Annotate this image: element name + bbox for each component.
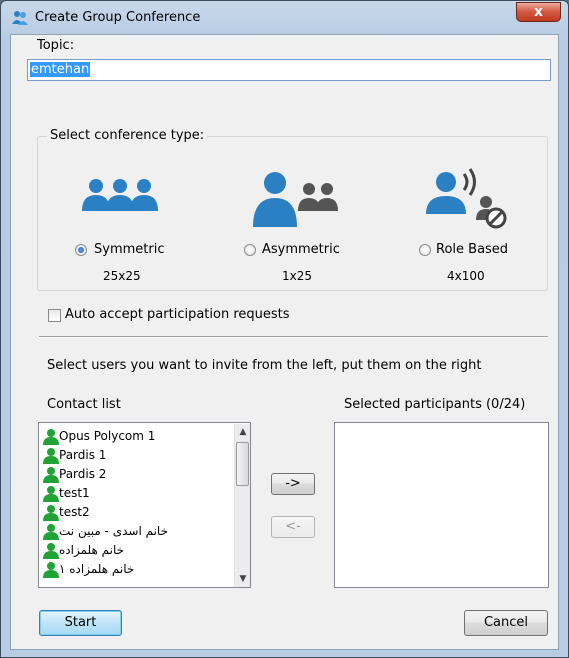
symmetric-size: 25x25 (103, 269, 141, 283)
symmetric-label: Symmetric (94, 242, 165, 257)
contact-name: Pardis 1 (59, 448, 107, 462)
contact-name: خانم هلمزاده ۱ (59, 562, 135, 576)
role-based-label: Role Based (436, 242, 509, 257)
contact-list-label: Contact list (47, 397, 121, 412)
contact-name: خانم اسدی - مبین نت (59, 524, 168, 538)
contact-person-icon (43, 429, 59, 445)
selected-participants-label: Selected participants (0/24) (344, 397, 526, 412)
add-participant-button[interactable]: -> (271, 473, 315, 495)
contact-person-icon (43, 562, 59, 578)
contact-person-icon (43, 543, 59, 559)
app-users-icon (12, 11, 28, 25)
symmetric-radio[interactable] (75, 244, 87, 256)
title-bar[interactable]: Create Group Conference x (1, 1, 568, 34)
contact-list[interactable]: Opus Polycom 1 Pardis 1 Pardis 2 test1 test2… (38, 422, 251, 588)
remove-participant-button[interactable]: <- (271, 516, 315, 538)
topic-input[interactable]: emtehan (27, 59, 551, 81)
conference-type-legend: Select conference type: (47, 128, 208, 143)
role-based-radio[interactable] (419, 244, 431, 256)
role-based-size: 4x100 (447, 269, 485, 283)
role-based-users-icon (426, 168, 507, 229)
contact-person-icon (43, 486, 59, 502)
symmetric-users-icon (82, 179, 158, 211)
asymmetric-size: 1x25 (282, 269, 313, 283)
scroll-up-icon[interactable]: ▲ (235, 424, 250, 440)
contact-person-icon (43, 505, 59, 521)
start-button[interactable]: Start (39, 610, 122, 636)
selected-participants-list[interactable] (334, 422, 549, 588)
contact-person-icon (43, 524, 59, 540)
contact-person-icon (43, 467, 59, 483)
contact-name: test1 (59, 486, 90, 500)
contact-person-icon (43, 448, 59, 464)
asymmetric-label: Asymmetric (262, 242, 340, 257)
close-button[interactable]: x (516, 2, 561, 22)
window-title: Create Group Conference (35, 10, 201, 25)
contact-name: test2 (59, 505, 90, 519)
asymmetric-users-icon (253, 172, 338, 227)
asymmetric-radio[interactable] (244, 244, 256, 256)
instructions-text: Select users you want to invite from the… (47, 358, 482, 373)
auto-accept-label: Auto accept participation requests (65, 307, 290, 322)
contact-name: Pardis 2 (59, 467, 107, 481)
scroll-down-icon[interactable]: ▼ (235, 571, 250, 587)
contact-list-scrollbar[interactable]: ▲ ▼ (234, 424, 250, 587)
scroll-thumb[interactable] (236, 442, 249, 486)
topic-label: Topic: (37, 38, 75, 53)
contact-name: Opus Polycom 1 (59, 429, 156, 443)
create-group-conference-dialog: Create Group Conference x Topic: emtehan… (0, 0, 569, 658)
separator (39, 336, 548, 338)
cancel-button[interactable]: Cancel (464, 610, 548, 636)
contact-name: خانم هلمزاده (59, 543, 125, 557)
auto-accept-checkbox[interactable] (48, 309, 61, 322)
topic-value: emtehan (30, 62, 91, 77)
